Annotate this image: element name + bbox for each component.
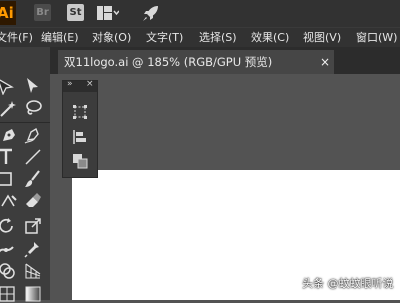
collapse-panel-icon[interactable]: »	[67, 79, 72, 89]
curvature-tool-icon[interactable]	[24, 126, 42, 144]
watermark: 头条 @蚊蚊眼听说	[302, 277, 394, 290]
stock-button[interactable]: St	[67, 4, 84, 21]
panel-header[interactable]: » ×	[63, 79, 97, 92]
menu-type[interactable]: 文字(T)	[146, 28, 183, 48]
close-panel-icon[interactable]: ×	[86, 79, 94, 89]
document-tab-bar: 双11logo.ai @ 185% (RGB/GPU 预览) ×	[50, 47, 400, 74]
perspective-grid-icon[interactable]	[24, 262, 42, 280]
magic-wand-icon[interactable]	[0, 99, 18, 117]
menu-effect[interactable]: 效果(C)	[251, 28, 289, 48]
bridge-button[interactable]: Br	[34, 4, 51, 21]
scale-tool-icon[interactable]	[24, 217, 42, 235]
width-tool-icon[interactable]	[0, 240, 16, 258]
tools-panel	[0, 47, 50, 303]
tools-divider	[0, 122, 50, 123]
rotate-tool-icon[interactable]	[0, 217, 16, 235]
document-tab-title: 双11logo.ai @ 185% (RGB/GPU 预览)	[64, 55, 273, 69]
paintbrush-tool-icon[interactable]	[24, 170, 42, 188]
selection-tool-icon[interactable]	[0, 77, 18, 95]
line-tool-icon[interactable]	[24, 148, 42, 166]
eraser-tool-icon[interactable]	[24, 192, 42, 210]
direct-selection-tool-icon[interactable]	[24, 77, 42, 95]
illustrator-logo: Ai	[0, 1, 16, 25]
type-tool-icon[interactable]	[0, 148, 17, 166]
pathfinder-panel-icon[interactable]	[72, 153, 88, 169]
mesh-tool-icon[interactable]	[0, 285, 16, 303]
align-panel-icon[interactable]	[72, 129, 88, 145]
menu-window[interactable]: 窗口(W)	[356, 28, 397, 48]
puppet-warp-icon[interactable]	[24, 240, 42, 258]
menu-file[interactable]: 文件(F)	[0, 28, 33, 48]
transform-panel-icon[interactable]	[72, 104, 88, 120]
lasso-icon[interactable]	[24, 99, 42, 117]
menu-view[interactable]: 视图(V)	[303, 28, 341, 48]
floating-panel-dock: » ×	[62, 79, 98, 178]
arrange-documents-icon[interactable]	[97, 6, 119, 20]
close-tab-icon[interactable]: ×	[320, 50, 330, 74]
menu-select[interactable]: 选择(S)	[199, 28, 237, 48]
application-bar: Ai Br St	[0, 0, 400, 27]
gpu-performance-icon[interactable]	[141, 3, 161, 23]
gradient-tool-icon[interactable]	[24, 285, 42, 303]
menu-object[interactable]: 对象(O)	[92, 28, 131, 48]
shape-builder-icon[interactable]	[0, 262, 16, 280]
pen-tool-icon[interactable]	[0, 126, 18, 144]
menu-edit[interactable]: 编辑(E)	[41, 28, 79, 48]
menu-bar: 文件(F) 编辑(E) 对象(O) 文字(T) 选择(S) 效果(C) 视图(V…	[0, 27, 400, 48]
shaper-tool-icon[interactable]	[0, 192, 18, 210]
document-tab[interactable]: 双11logo.ai @ 185% (RGB/GPU 预览) ×	[58, 50, 334, 74]
rectangle-tool-icon[interactable]	[0, 170, 14, 188]
